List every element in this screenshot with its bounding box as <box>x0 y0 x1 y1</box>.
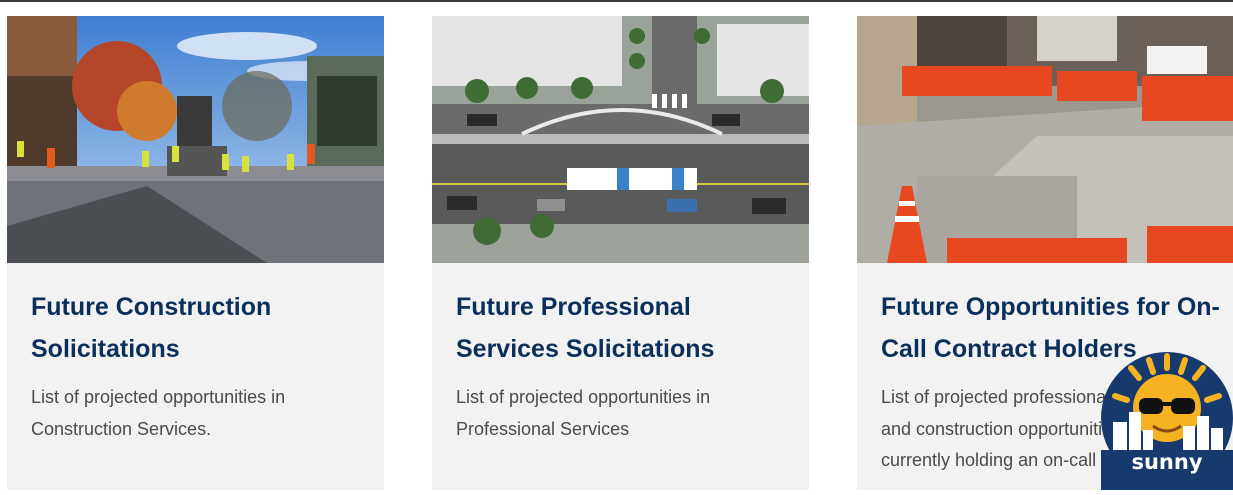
top-divider <box>0 0 1233 2</box>
card-future-professional-services[interactable]: Future Professional Services Solicitatio… <box>432 16 809 490</box>
card-title[interactable]: Future Professional Services Solicitatio… <box>456 286 796 370</box>
sunny-chat-launcher[interactable]: sunny <box>1101 346 1233 490</box>
card-title[interactable]: Future Construction Solicitations <box>31 286 371 370</box>
card-future-construction[interactable]: Future Construction Solicitations List o… <box>7 16 384 490</box>
construction-crew-photo <box>7 16 384 263</box>
card-description: List of projected opportunities in Profe… <box>456 387 711 439</box>
sidewalk-barricades-photo <box>857 16 1233 263</box>
card-description: List of projected opportunities in Const… <box>31 387 286 439</box>
bus-corridor-rendering <box>432 16 809 263</box>
sunny-label[interactable]: sunny <box>1101 450 1233 474</box>
